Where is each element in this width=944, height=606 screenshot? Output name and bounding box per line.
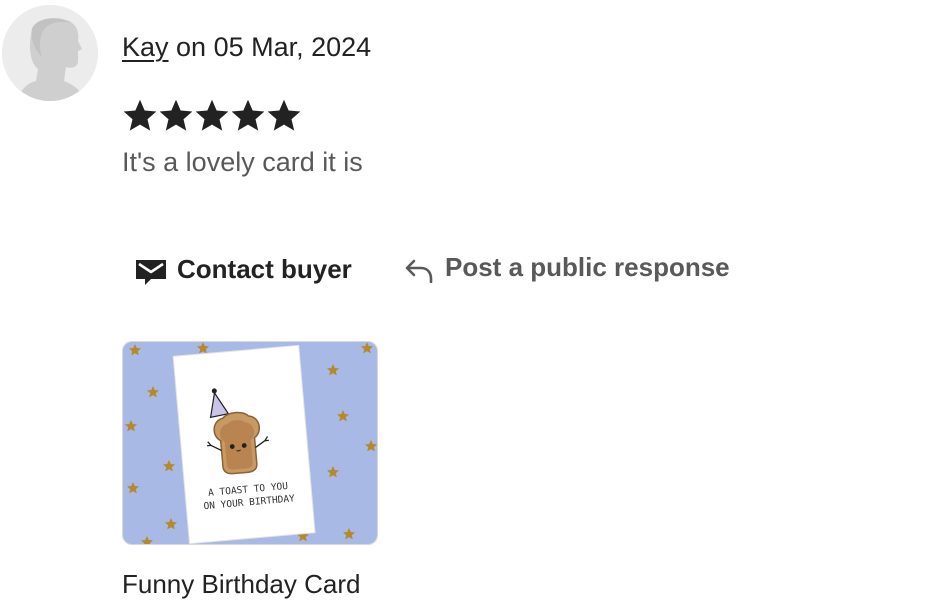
post-public-response-button[interactable]: Post a public response: [404, 251, 730, 283]
post-public-response-label: Post a public response: [445, 252, 730, 282]
product-image: A TOAST TO YOU ON YOUR BIRTHDAY: [123, 342, 377, 544]
star-icon: [195, 99, 229, 131]
envelope-icon: [136, 260, 166, 285]
star-icon: [159, 99, 193, 131]
star-icon: [231, 99, 265, 131]
product-thumbnail[interactable]: A TOAST TO YOU ON YOUR BIRTHDAY: [122, 341, 378, 545]
reply-arrow-icon: [405, 259, 433, 283]
avatar[interactable]: [2, 5, 98, 101]
contact-buyer-label: Contact buyer: [177, 254, 352, 284]
contact-buyer-button[interactable]: Contact buyer: [135, 251, 352, 287]
reviewer-name-link[interactable]: Kay: [122, 32, 169, 62]
star-icon: [123, 99, 157, 131]
review-date: on 05 Mar, 2024: [168, 32, 372, 62]
review-header: Kay on 05 Mar, 2024: [122, 30, 371, 64]
star-icon: [267, 99, 301, 131]
greeting-card: [172, 344, 316, 544]
product-title-link[interactable]: Funny Birthday Card: [122, 568, 360, 600]
star-rating: [122, 97, 302, 133]
review-text: It's a lovely card it is: [122, 147, 363, 177]
user-silhouette-icon: [2, 5, 98, 101]
